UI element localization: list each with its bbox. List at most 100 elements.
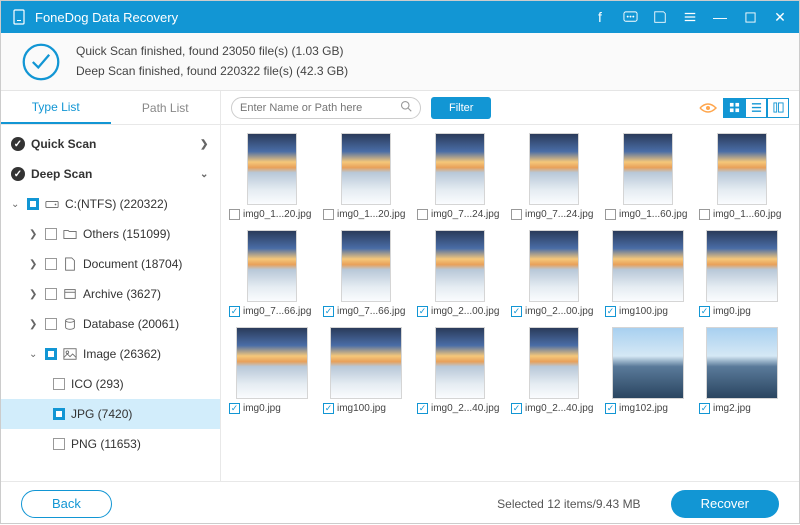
tree-archive[interactable]: ❯ Archive (3627) (1, 279, 220, 309)
thumbnail-image[interactable] (435, 327, 485, 399)
thumbnail-item[interactable]: ✓img0_2...40.jpg (417, 327, 503, 414)
thumbnail-checkbox[interactable] (699, 209, 710, 220)
thumbnail-item[interactable]: ✓img0_2...40.jpg (511, 327, 597, 414)
checkbox-icon[interactable] (45, 228, 57, 240)
close-icon[interactable]: ✕ (771, 8, 789, 26)
tree-deep-scan[interactable]: ✓ Deep Scan ⌄ (1, 159, 220, 189)
tree-others[interactable]: ❯ Others (151099) (1, 219, 220, 249)
thumbnail-image[interactable] (435, 133, 485, 205)
thumbnail-item[interactable]: img0_1...60.jpg (605, 133, 691, 220)
thumbnail-item[interactable]: img0_1...20.jpg (229, 133, 315, 220)
thumbnail-filename: img2.jpg (713, 403, 785, 414)
thumbnail-checkbox[interactable]: ✓ (229, 403, 240, 414)
thumbnail-checkbox[interactable] (323, 209, 334, 220)
thumbnail-checkbox[interactable]: ✓ (605, 306, 616, 317)
thumbnail-image[interactable] (529, 230, 579, 302)
thumbnail-item[interactable]: img0_7...24.jpg (417, 133, 503, 220)
thumbnail-image[interactable] (236, 327, 308, 399)
thumbnail-checkbox[interactable]: ✓ (229, 306, 240, 317)
tree-quick-scan[interactable]: ✓ Quick Scan ❯ (1, 129, 220, 159)
tree-document[interactable]: ❯ Document (18704) (1, 249, 220, 279)
thumbnail-item[interactable]: ✓img0.jpg (699, 230, 785, 317)
chevron-right-icon: ❯ (29, 259, 39, 270)
menu-icon[interactable] (681, 8, 699, 26)
footer: Back Selected 12 items/9.43 MB Recover (1, 481, 799, 525)
view-grid-icon[interactable] (723, 98, 745, 118)
checkbox-icon[interactable] (45, 288, 57, 300)
thumbnail-checkbox[interactable]: ✓ (699, 306, 710, 317)
thumbnail-image[interactable] (529, 327, 579, 399)
thumbnail-item[interactable]: ✓img0_2...00.jpg (511, 230, 597, 317)
thumbnail-image[interactable] (717, 133, 767, 205)
thumbnail-checkbox[interactable] (605, 209, 616, 220)
filter-button[interactable]: Filter (431, 97, 491, 119)
thumbnail-checkbox[interactable]: ✓ (605, 403, 616, 414)
thumbnail-filename: img0_7...24.jpg (525, 209, 597, 220)
view-detail-icon[interactable] (767, 98, 789, 118)
thumbnail-item[interactable]: ✓img100.jpg (323, 327, 409, 414)
checkbox-icon[interactable] (53, 438, 65, 450)
recover-button[interactable]: Recover (671, 490, 779, 518)
thumbnail-item[interactable]: ✓img102.jpg (605, 327, 691, 414)
feedback-icon[interactable] (621, 8, 639, 26)
save-icon[interactable] (651, 8, 669, 26)
tree-jpg[interactable]: JPG (7420) (1, 399, 220, 429)
thumbnail-checkbox[interactable]: ✓ (511, 306, 522, 317)
thumbnail-image[interactable] (330, 327, 402, 399)
thumbnail-image[interactable] (612, 327, 684, 399)
back-button[interactable]: Back (21, 490, 112, 518)
thumbnail-checkbox[interactable]: ✓ (511, 403, 522, 414)
thumbnail-item[interactable]: img0_7...24.jpg (511, 133, 597, 220)
thumbnail-image[interactable] (706, 230, 778, 302)
thumbnail-image[interactable] (706, 327, 778, 399)
thumbnail-item[interactable]: ✓img0_7...66.jpg (323, 230, 409, 317)
thumbnail-checkbox[interactable]: ✓ (323, 403, 334, 414)
facebook-icon[interactable]: f (591, 8, 609, 26)
thumbnail-filename: img100.jpg (337, 403, 409, 414)
thumbnail-checkbox[interactable]: ✓ (417, 306, 428, 317)
thumbnail-image[interactable] (247, 133, 297, 205)
thumbnail-image[interactable] (341, 230, 391, 302)
checkbox-icon[interactable] (45, 318, 57, 330)
tab-type-list[interactable]: Type List (1, 91, 111, 124)
thumbnail-image[interactable] (247, 230, 297, 302)
checkbox-icon[interactable] (53, 408, 65, 420)
thumbnail-checkbox[interactable] (417, 209, 428, 220)
thumbnail-item[interactable]: ✓img0_2...00.jpg (417, 230, 503, 317)
thumbnail-item[interactable]: img0_1...60.jpg (699, 133, 785, 220)
preview-eye-icon[interactable] (697, 98, 719, 118)
thumbnail-item[interactable]: ✓img0.jpg (229, 327, 315, 414)
tree-drive[interactable]: ⌄ C:(NTFS) (220322) (1, 189, 220, 219)
checkbox-icon[interactable] (53, 378, 65, 390)
thumbnail-image[interactable] (612, 230, 684, 302)
thumbnail-item[interactable]: ✓img0_7...66.jpg (229, 230, 315, 317)
thumbnail-item[interactable]: ✓img2.jpg (699, 327, 785, 414)
thumbnail-checkbox[interactable]: ✓ (699, 403, 710, 414)
thumbnail-image[interactable] (435, 230, 485, 302)
view-list-icon[interactable] (745, 98, 767, 118)
maximize-icon[interactable] (741, 8, 759, 26)
checkbox-icon[interactable] (27, 198, 39, 210)
checkbox-icon[interactable] (45, 258, 57, 270)
tree-png[interactable]: PNG (11653) (1, 429, 220, 459)
thumbnail-checkbox[interactable]: ✓ (417, 403, 428, 414)
tree-database[interactable]: ❯ Database (20061) (1, 309, 220, 339)
thumbnail-filename: img0_7...66.jpg (337, 306, 409, 317)
thumbnail-checkbox[interactable] (511, 209, 522, 220)
tree-ico[interactable]: ICO (293) (1, 369, 220, 399)
thumbnail-item[interactable]: img0_1...20.jpg (323, 133, 409, 220)
thumbnail-checkbox[interactable] (229, 209, 240, 220)
minimize-icon[interactable]: — (711, 8, 729, 26)
search-icon[interactable] (400, 99, 412, 117)
thumbnail-image[interactable] (623, 133, 673, 205)
tab-path-list[interactable]: Path List (111, 91, 221, 124)
thumbnail-checkbox[interactable]: ✓ (323, 306, 334, 317)
search-box[interactable] (231, 97, 421, 119)
thumbnail-image[interactable] (341, 133, 391, 205)
checkbox-icon[interactable] (45, 348, 57, 360)
thumbnail-item[interactable]: ✓img100.jpg (605, 230, 691, 317)
app-logo-icon (11, 9, 27, 25)
tree-image[interactable]: ⌄ Image (26362) (1, 339, 220, 369)
search-input[interactable] (240, 102, 394, 114)
thumbnail-image[interactable] (529, 133, 579, 205)
